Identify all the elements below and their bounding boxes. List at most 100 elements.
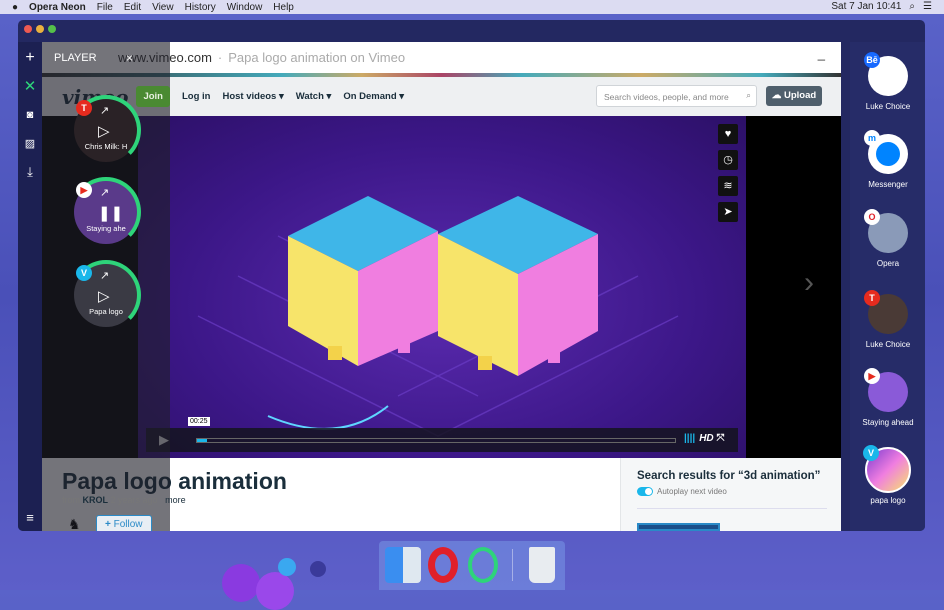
menu-edit[interactable]: Edit	[124, 2, 141, 13]
divider	[637, 508, 827, 509]
opera-icon[interactable]	[428, 547, 458, 583]
dock	[379, 541, 565, 590]
play-icon[interactable]: ▷	[98, 122, 110, 140]
behance-badge: Bē	[864, 52, 880, 68]
ted-badge: T	[864, 290, 880, 306]
hd-button[interactable]: HD	[699, 433, 713, 444]
progress-bar[interactable]	[196, 438, 676, 443]
spotlight-icon[interactable]: ⌕	[909, 1, 915, 12]
page-tab-title: Papa logo animation on Vimeo	[228, 50, 406, 65]
search-input[interactable]: Search videos, people, and more ⌕	[596, 85, 757, 107]
nav-watch[interactable]: Watch ▾	[296, 91, 332, 102]
from-label: from	[62, 495, 80, 505]
finder-icon[interactable]	[385, 547, 421, 583]
tile-youtube[interactable]: ▶ Staying ahead	[862, 368, 914, 427]
upload-age: 2 years ago	[110, 495, 158, 505]
play-icon[interactable]: ▷	[98, 287, 110, 305]
menu-help[interactable]: Help	[273, 2, 294, 13]
tile-behance[interactable]: Bē Luke Choice	[864, 52, 912, 111]
autoplay-label: Autoplay next video	[657, 487, 727, 496]
tile-vimeo[interactable]: Vpapa logo	[863, 445, 912, 505]
player-label: PLAYER	[54, 52, 97, 64]
watch-later-clock-icon[interactable]: ◷	[718, 150, 738, 170]
collections-layers-icon[interactable]: ≋	[718, 176, 738, 196]
image-icon[interactable]: ▨	[23, 137, 37, 151]
desktop-decoration	[310, 561, 326, 577]
author-link[interactable]: KROL	[83, 495, 109, 505]
desktop-decoration	[278, 558, 296, 576]
tile-label: Messenger	[868, 180, 908, 189]
hamburger-icon[interactable]: ≡	[23, 511, 37, 525]
pause-icon[interactable]: ❚❚	[98, 204, 123, 222]
clock[interactable]: Sat 7 Jan 10:41	[831, 1, 901, 12]
share-send-icon[interactable]: ➤	[718, 202, 738, 222]
follow-label: Follow	[113, 519, 143, 530]
menu-app[interactable]: Opera Neon	[29, 2, 86, 13]
more-link[interactable]: more	[165, 495, 186, 505]
player-item-2[interactable]: ▶ ↗ ❚❚ Staying ahe	[71, 177, 141, 247]
player-item-caption: Papa logo	[89, 307, 123, 316]
browser-window: + ✕ ◙ ▨ ⤓ ≡ www.vimeo.com · Papa logo an…	[18, 20, 925, 531]
search-results-panel: Search results for “3d animation” Autopl…	[620, 458, 841, 531]
apple-icon[interactable]: ●	[12, 2, 18, 13]
player-close-button[interactable]: ×	[126, 51, 133, 65]
zoom-window-button[interactable]	[48, 25, 56, 33]
search-icon[interactable]: ⌕	[746, 90, 751, 101]
tile-opera[interactable]: O Opera	[864, 209, 912, 268]
menu-file[interactable]: File	[97, 2, 113, 13]
time-tooltip: 00:25	[188, 417, 210, 426]
volume-icon[interactable]: ||||	[684, 433, 695, 444]
like-heart-icon[interactable]: ♥	[718, 124, 738, 144]
popout-icon[interactable]: ↗	[100, 186, 109, 199]
player-item-caption: Staying ahe	[86, 224, 126, 233]
tile-messenger[interactable]: m Messenger	[864, 130, 912, 189]
search-results-heading: Search results for “3d animation”	[637, 470, 821, 482]
follow-button[interactable]: + Follow	[96, 515, 152, 531]
video-side-actions: ♥ ◷ ≋ ➤	[718, 124, 738, 228]
autoplay-toggle[interactable]	[637, 487, 653, 496]
papa-logo-artwork	[197, 196, 679, 437]
minimize-window-button[interactable]	[36, 25, 44, 33]
popout-icon[interactable]: ↗	[100, 269, 109, 282]
menu-window[interactable]: Window	[227, 2, 263, 13]
result-thumbnail[interactable]	[637, 523, 720, 531]
download-icon[interactable]: ⤓	[23, 165, 37, 179]
desktop-decoration	[222, 564, 260, 602]
nav-host-videos[interactable]: Host videos ▾	[222, 91, 283, 102]
right-sidebar: Bē Luke Choice m Messenger O Opera T Luke Ch…	[850, 42, 925, 531]
messenger-icon	[876, 142, 900, 166]
vimeo-badge: V	[76, 265, 92, 281]
player-item-1[interactable]: T ↗ ▷ Chris Milk: H	[71, 95, 141, 165]
tile-label: Luke Choice	[865, 340, 911, 349]
vimeo-badge: V	[863, 445, 879, 461]
video-controls: ▶ 00:25 ||||HD ⤧	[146, 417, 738, 452]
separator: ·	[217, 50, 223, 65]
player-panel: PLAYER × T ↗ ▷ Chris Milk: H ▶ ↗ ❚❚ Staying ah…	[42, 42, 170, 531]
left-sidebar: + ✕ ◙ ▨ ⤓ ≡	[18, 42, 42, 531]
dock-divider	[512, 549, 513, 581]
menu-history[interactable]: History	[185, 2, 216, 13]
nav-login[interactable]: Log in	[182, 91, 211, 102]
opera-neon-icon[interactable]	[468, 547, 498, 583]
tile-label: Luke Choice	[865, 102, 911, 111]
player-item-3[interactable]: V ↗ ▷ Papa logo	[71, 260, 141, 330]
fullscreen-icon[interactable]: ⤧	[716, 433, 724, 444]
minimize-button[interactable]: _	[818, 46, 825, 61]
trash-icon[interactable]	[529, 547, 555, 583]
upload-label: Upload	[783, 90, 817, 101]
join-button[interactable]: Join	[136, 86, 170, 107]
plus-icon[interactable]: +	[23, 50, 37, 66]
next-chevron-icon[interactable]: ›	[804, 266, 814, 300]
menu-view[interactable]: View	[152, 2, 174, 13]
close-window-button[interactable]	[24, 25, 32, 33]
camera-icon[interactable]: ◙	[23, 108, 37, 122]
youtube-badge: ▶	[864, 368, 880, 384]
upload-button[interactable]: ☁ Upload	[766, 86, 822, 106]
tile-ted[interactable]: T Luke Choice	[864, 290, 912, 349]
nav-on-demand[interactable]: On Demand ▾	[343, 91, 404, 102]
popout-icon[interactable]: ↗	[100, 104, 109, 117]
player-x-icon[interactable]: ✕	[23, 79, 37, 94]
notification-icon[interactable]: ☰	[923, 1, 932, 12]
byline: from KROL 2 years ago more	[62, 495, 186, 505]
ted-badge: T	[76, 100, 92, 116]
